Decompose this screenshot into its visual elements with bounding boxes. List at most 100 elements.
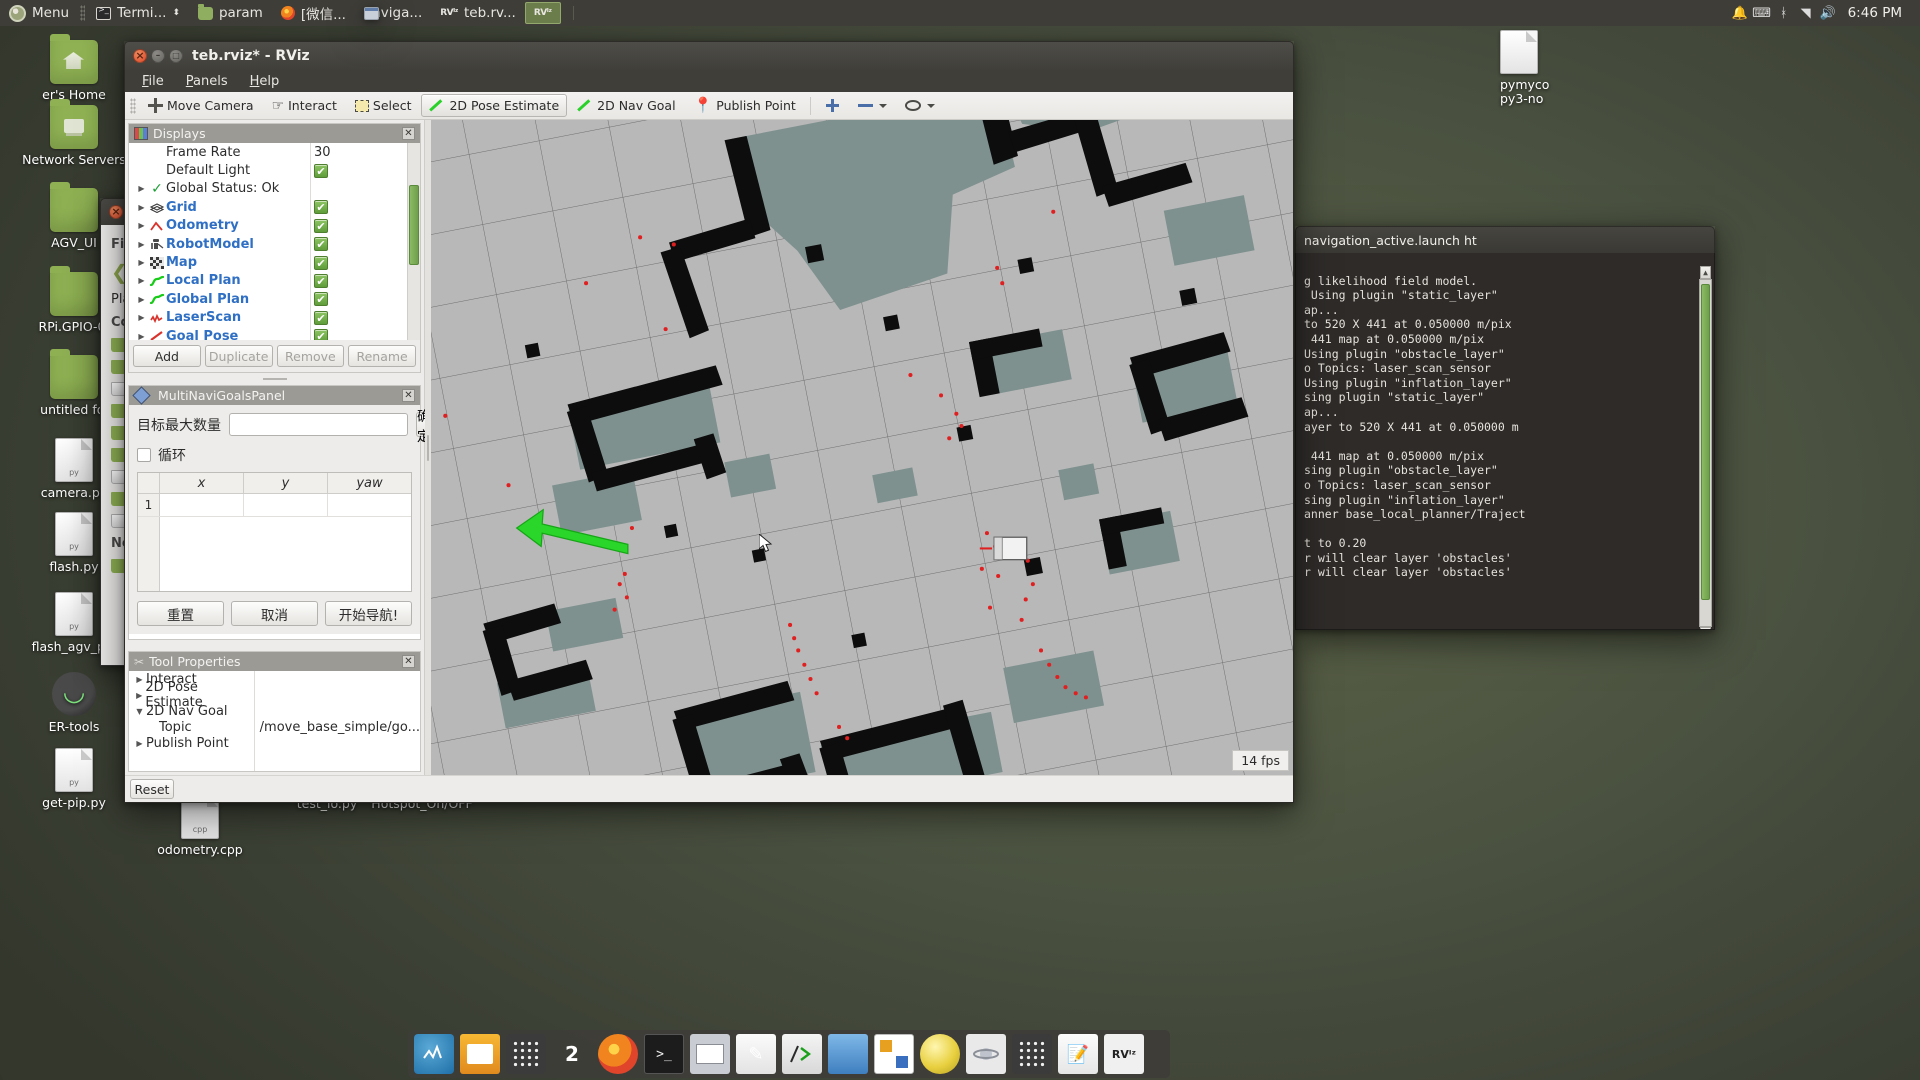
display-checkbox[interactable]	[314, 163, 328, 178]
display-checkbox[interactable]	[314, 237, 328, 252]
tool-properties-body[interactable]: ▶ Interact ▶ 2D Pose Estimate ▼ 2D Nav G…	[129, 671, 420, 771]
display-checkbox[interactable]	[314, 273, 328, 288]
expand-arrow-icon[interactable]: ▶	[135, 332, 148, 340]
terminal-output[interactable]: g likelihood field model. Using plugin "…	[1295, 253, 1715, 630]
displays-panel-header[interactable]: Displays ✕	[129, 124, 420, 143]
rviz-3d-viewport[interactable]: 14 fps	[431, 120, 1293, 775]
menu-button[interactable]: Menu	[0, 0, 78, 26]
minimize-icon[interactable]	[151, 49, 165, 63]
close-icon[interactable]	[109, 205, 123, 219]
volume-icon[interactable]: 🔊	[1818, 3, 1838, 23]
desktop-icon-pymyco[interactable]: pymyco py3-no	[1500, 30, 1590, 107]
collapse-arrow-icon[interactable]: ▼	[133, 707, 146, 716]
menu-panels[interactable]: Panels	[177, 72, 237, 91]
taskbar-item-navigation[interactable]: naviga...	[355, 0, 431, 26]
column-header-yaw[interactable]: yaw	[328, 473, 411, 493]
tool-properties-header[interactable]: ✂ Tool Properties ✕	[129, 652, 420, 671]
loop-checkbox[interactable]	[137, 448, 151, 462]
display-checkbox[interactable]	[314, 329, 328, 340]
expand-arrow-icon[interactable]: ▶	[135, 221, 148, 230]
tool-remove[interactable]	[850, 100, 895, 112]
wifi-icon[interactable]: ◥	[1796, 3, 1816, 23]
scroll-up-icon[interactable]: ▲	[1700, 266, 1711, 279]
dock-icon-office[interactable]	[874, 1034, 914, 1074]
reset-goals-button[interactable]: 重置	[137, 601, 224, 626]
display-row-local-plan[interactable]: ▶ Local Plan	[129, 272, 420, 290]
taskbar-item-wechat[interactable]: [微信...	[272, 0, 355, 26]
menu-help[interactable]: Help	[241, 72, 289, 91]
desktop-icon-network-servers[interactable]: Network Servers	[22, 99, 126, 167]
duplicate-button[interactable]: Duplicate	[204, 345, 273, 367]
dock-icon-apps-grid-2[interactable]	[1012, 1034, 1052, 1074]
expand-arrow-icon[interactable]: ▶	[135, 184, 148, 193]
rviz-titlebar[interactable]: teb.rviz* - RViz	[124, 41, 1294, 70]
display-row-default-light[interactable]: Default Light	[129, 161, 420, 179]
column-header-y[interactable]: y	[244, 473, 328, 493]
cell-x[interactable]	[160, 494, 244, 516]
desktop-icon-odometry-cpp[interactable]: cpp odometry.cpp	[148, 795, 252, 857]
desktop-icon-er-tools[interactable]: ER-tools	[22, 672, 126, 734]
display-row-odometry[interactable]: ▶ Odometry	[129, 217, 420, 235]
tool-2d-pose-estimate[interactable]: 2D Pose Estimate	[421, 94, 568, 117]
tool-visibility[interactable]	[897, 96, 943, 115]
panel-splitter[interactable]	[125, 376, 424, 382]
display-row-laserscan[interactable]: ▶ LaserScan	[129, 309, 420, 327]
display-checkbox[interactable]	[314, 292, 328, 307]
max-goals-input[interactable]	[229, 413, 408, 436]
display-value[interactable]: 30	[314, 145, 331, 160]
loop-checkbox-row[interactable]: 循环	[137, 445, 412, 465]
display-row-robotmodel[interactable]: ▶ RobotModel	[129, 235, 420, 253]
clock[interactable]: 6:46 PM	[1840, 5, 1910, 21]
display-checkbox[interactable]	[314, 310, 328, 325]
display-row-grid[interactable]: ▶ Grid	[129, 198, 420, 216]
panel-grip[interactable]	[80, 5, 86, 21]
dock-icon-terminal[interactable]: >_	[644, 1034, 684, 1074]
dock-icon-window-manager[interactable]	[828, 1034, 868, 1074]
scrollbar-thumb[interactable]	[409, 185, 419, 265]
close-icon[interactable]: ✕	[402, 127, 415, 140]
expand-arrow-icon[interactable]: ▶	[135, 313, 148, 322]
display-row-goal-pose[interactable]: ▶ Goal Pose	[129, 327, 420, 340]
reset-button[interactable]: Reset	[130, 779, 174, 799]
dock-icon-files[interactable]	[460, 1034, 500, 1074]
tool-prop-value-topic[interactable]: /move_base_simple/go...	[255, 720, 420, 736]
tool-prop-topic[interactable]: Topic	[129, 720, 254, 736]
tool-select[interactable]: Select	[347, 94, 420, 117]
displays-tree[interactable]: Frame Rate 30 Default Light ▶ ✓	[129, 143, 420, 340]
cell-y[interactable]	[244, 494, 328, 516]
expand-arrow-icon[interactable]: ▶	[135, 240, 148, 249]
cancel-goals-button[interactable]: 取消	[231, 601, 318, 626]
dock-icon-notes[interactable]: 📝	[1058, 1034, 1098, 1074]
start-navigation-button[interactable]: 开始导航!	[325, 601, 412, 626]
cell-yaw[interactable]	[328, 494, 411, 516]
taskbar-item-rviz-active[interactable]: RVᴵᶻ	[524, 2, 561, 24]
displays-scrollbar[interactable]	[407, 143, 420, 340]
dock-icon-apps-grid[interactable]	[506, 1034, 546, 1074]
maximize-icon[interactable]	[169, 49, 183, 63]
expand-arrow-icon[interactable]: ▶	[135, 295, 148, 304]
tool-move-camera[interactable]: Move Camera	[140, 94, 262, 117]
expand-arrow-icon[interactable]: ▶	[135, 258, 148, 267]
table-row[interactable]: 1	[138, 494, 411, 517]
scroll-down-icon[interactable]: ▼	[1700, 627, 1711, 629]
toolbar-grip[interactable]	[130, 97, 136, 114]
remove-button[interactable]: Remove	[276, 345, 345, 367]
tool-2d-nav-goal[interactable]: 2D Nav Goal	[569, 94, 683, 117]
tool-add[interactable]	[817, 94, 848, 117]
dock-icon-workspace-2[interactable]: 2	[552, 1034, 592, 1074]
terminal-scrollbar[interactable]: ▲ ▼	[1699, 266, 1712, 629]
dock-icon-firefox[interactable]	[598, 1034, 638, 1074]
scrollbar-thumb[interactable]	[1701, 284, 1710, 600]
display-checkbox[interactable]	[314, 218, 328, 233]
tool-prop-2d-pose-estimate[interactable]: ▶ 2D Pose Estimate	[129, 680, 254, 710]
column-header-x[interactable]: x	[160, 473, 244, 493]
display-row-global-status[interactable]: ▶ ✓ Global Status: Ok	[129, 180, 420, 198]
expand-arrow-icon[interactable]: ▶	[133, 691, 145, 700]
goals-table[interactable]: x y yaw 1	[137, 472, 412, 592]
multinavi-panel-header[interactable]: MultiNaviGoalsPanel ✕	[129, 386, 420, 405]
bell-icon[interactable]: 🔔	[1730, 3, 1750, 23]
panel-splitter[interactable]	[125, 643, 424, 648]
tool-prop-publish-point[interactable]: ▶ Publish Point	[129, 736, 254, 752]
display-checkbox[interactable]	[314, 200, 328, 215]
menu-file[interactable]: FFileile	[133, 72, 173, 91]
